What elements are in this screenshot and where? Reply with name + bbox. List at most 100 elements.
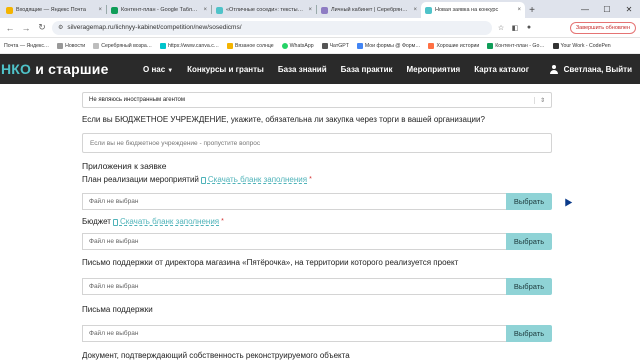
tab-favicon-icon xyxy=(6,6,13,14)
maximize-icon[interactable]: ☐ xyxy=(596,0,618,18)
browser-tab-strip: Входящие — Яндекс Почта × Контент-план -… xyxy=(0,0,640,18)
user-label: Светлана, Выйти xyxy=(563,64,632,74)
browser-tab[interactable]: Личный кабинет | Серебрян… × xyxy=(317,2,421,18)
tab-favicon-icon xyxy=(216,6,223,14)
user-menu[interactable]: Светлана, Выйти xyxy=(550,64,640,74)
forward-icon[interactable]: → xyxy=(20,22,32,34)
ownership-doc-label: Документ, подтверждающий собственность р… xyxy=(82,351,350,360)
site-header: НКО и старшие О нас ▼ Конкурсы и гранты Б… xyxy=(0,54,640,84)
bookmark-icon xyxy=(321,42,328,49)
tab-title: Контент-план - Google Табл… xyxy=(121,7,198,13)
download-form-link[interactable]: Скачать бланк заполнения xyxy=(112,216,219,228)
user-icon xyxy=(550,64,559,74)
plan-file-upload: Файл не выбран Выбрать xyxy=(82,193,552,210)
close-window-icon[interactable]: ✕ xyxy=(618,0,640,18)
plan-field-label: План реализации мероприятий Скачать блан… xyxy=(82,174,312,186)
back-icon[interactable]: ← xyxy=(4,22,16,34)
menu-item-events[interactable]: Мероприятия xyxy=(400,65,468,74)
file-status[interactable]: Файл не выбран xyxy=(82,278,506,295)
close-icon[interactable]: × xyxy=(517,7,521,13)
tab-title: Личный кабинет | Серебрян… xyxy=(331,7,408,13)
bookmark-icon xyxy=(226,42,233,49)
document-icon xyxy=(200,176,206,184)
menu-item-map[interactable]: Карта каталог xyxy=(467,65,536,74)
whatsapp-icon xyxy=(281,42,288,49)
browser-tab[interactable]: Входящие — Яндекс Почта × xyxy=(2,2,106,18)
reload-icon[interactable]: ↻ xyxy=(36,22,48,34)
url-bar[interactable]: ⚙ silveragemap.ru/lichnyy-kabinet/compet… xyxy=(52,20,492,35)
extension-icons: ☆ ◧ ● xyxy=(496,23,534,33)
required-mark: * xyxy=(309,176,312,183)
main-menu: О нас ▼ Конкурсы и гранты База знаний Баз… xyxy=(136,65,536,74)
budget-field-label: Бюджет Скачать бланк заполнения * xyxy=(82,216,224,228)
file-status[interactable]: Файл не выбран xyxy=(82,325,506,342)
application-form: Не являюсь иностранным агентом ⇕ Если вы… xyxy=(0,92,552,360)
required-mark: * xyxy=(221,218,224,225)
bookmarks-bar: Почта — Яндекс… Новости Серебряный возра… xyxy=(0,38,640,54)
tab-title: Новая заявка на конкурс xyxy=(435,7,499,13)
select-arrows-icon: ⇕ xyxy=(533,96,545,104)
bookmark-icon xyxy=(57,42,64,49)
star-icon[interactable]: ☆ xyxy=(496,23,506,33)
budget-file-upload: Файл не выбран Выбрать xyxy=(82,233,552,250)
bookmark[interactable]: Вязаное солнце xyxy=(226,42,274,49)
choose-file-button[interactable]: Выбрать xyxy=(506,193,552,210)
bookmark[interactable]: https://www.canva.c… xyxy=(159,42,219,49)
tab-favicon-icon xyxy=(425,6,432,14)
minimize-icon[interactable]: — xyxy=(574,0,596,18)
chevron-down-icon: ▼ xyxy=(167,67,174,74)
close-icon[interactable]: × xyxy=(413,7,417,13)
browser-tab[interactable]: «Отличные соседи»: тексты… × xyxy=(212,2,316,18)
close-icon[interactable]: × xyxy=(203,7,207,13)
bookmark-icon xyxy=(552,42,559,49)
url-text: silveragemap.ru/lichnyy-kabinet/competit… xyxy=(67,24,242,31)
menu-item-practices[interactable]: База практик xyxy=(334,65,400,74)
site-logo[interactable]: НКО и старшие xyxy=(1,61,136,77)
menu-item-contests[interactable]: Конкурсы и гранты xyxy=(180,65,271,74)
bookmark[interactable]: Серебряный возра… xyxy=(93,42,152,49)
bookmark[interactable]: Your Work - CodePen xyxy=(552,42,611,49)
download-form-link[interactable]: Скачать бланк заполнения xyxy=(200,174,307,186)
mouse-cursor-icon xyxy=(561,196,573,207)
close-icon[interactable]: × xyxy=(308,7,312,13)
menu-item-about[interactable]: О нас ▼ xyxy=(136,65,180,74)
menu-item-knowledge-base[interactable]: База знаний xyxy=(271,65,334,74)
choose-file-button[interactable]: Выбрать xyxy=(506,233,552,250)
close-icon[interactable]: × xyxy=(98,7,102,13)
file-status[interactable]: Файл не выбран xyxy=(82,233,506,250)
file-status[interactable]: Файл не выбран xyxy=(82,193,506,210)
support-letter-label: Письмо поддержки от директора магазина «… xyxy=(82,258,459,267)
tab-favicon-icon xyxy=(321,6,328,14)
document-icon xyxy=(112,218,118,226)
budget-question-label: Если вы БЮДЖЕТНОЕ УЧРЕЖДЕНИЕ, укажите, о… xyxy=(82,115,485,124)
bookmark-icon xyxy=(93,42,100,49)
address-bar-row: ← → ↻ ⚙ silveragemap.ru/lichnyy-kabinet/… xyxy=(0,18,640,38)
bookmark[interactable]: Контент-план - Go… xyxy=(487,42,545,49)
bookmark-icon xyxy=(487,42,494,49)
choose-file-button[interactable]: Выбрать xyxy=(506,278,552,295)
update-button[interactable]: Завершить обновлен xyxy=(569,21,636,34)
tab-favicon-icon xyxy=(111,6,118,14)
bookmark[interactable]: ЧатGPT xyxy=(321,42,349,49)
select-value: Не являюсь иностранным агентом xyxy=(89,97,186,103)
site-info-icon[interactable]: ⚙ xyxy=(58,24,63,31)
support-letters-label: Письма поддержки xyxy=(82,305,153,314)
budget-question-input[interactable]: Если вы не бюджетное учреждение - пропус… xyxy=(82,133,552,153)
support-letters-file-upload: Файл не выбран Выбрать xyxy=(82,325,552,342)
new-tab-button[interactable]: + xyxy=(525,2,539,18)
bookmark-icon xyxy=(159,42,166,49)
input-placeholder: Если вы не бюджетное учреждение - пропус… xyxy=(90,139,261,147)
bookmark[interactable]: Новости xyxy=(57,42,85,49)
bookmark-icon xyxy=(356,42,363,49)
bookmark[interactable]: Почта — Яндекс… xyxy=(4,43,49,49)
bookmark[interactable]: Хорошие истории xyxy=(428,42,479,49)
browser-tab[interactable]: Контент-план - Google Табл… × xyxy=(107,2,211,18)
choose-file-button[interactable]: Выбрать xyxy=(506,325,552,342)
bookmark[interactable]: Мои формы @ Форм… xyxy=(356,42,420,49)
foreign-agent-select[interactable]: Не являюсь иностранным агентом ⇕ xyxy=(82,92,552,108)
bookmark[interactable]: WhatsApp xyxy=(281,42,314,49)
profile-icon[interactable]: ● xyxy=(524,23,534,33)
extension-icon[interactable]: ◧ xyxy=(510,23,520,33)
browser-tab-active[interactable]: Новая заявка на конкурс × xyxy=(421,2,525,18)
attachments-title: Приложения к заявке xyxy=(82,161,167,171)
